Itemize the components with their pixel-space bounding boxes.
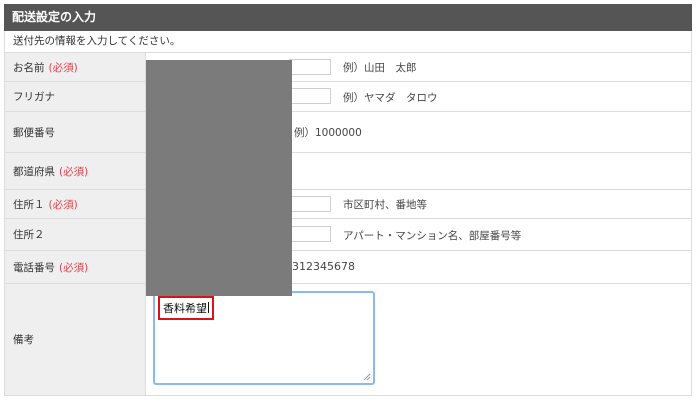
label-prefecture: 都道府県 (必須) xyxy=(5,153,146,189)
value-memo: 香料希望 xyxy=(146,284,691,395)
name-input[interactable] xyxy=(289,59,331,75)
required-mark: (必須) xyxy=(48,61,78,74)
label-zip-text: 郵便番号 xyxy=(13,126,55,139)
required-mark: (必須) xyxy=(48,198,78,211)
memo-textarea[interactable]: 香料希望 xyxy=(153,291,375,385)
address2-input[interactable] xyxy=(289,226,331,242)
row-address2: 住所２ アパート・マンション名、部屋番号等 xyxy=(4,219,692,251)
name-hint: 例）山田 太郎 xyxy=(343,62,417,74)
label-address1: 住所１ (必須) xyxy=(5,190,146,218)
label-name-text: お名前 xyxy=(13,61,45,74)
redaction-block xyxy=(146,60,292,296)
label-phone: 電話番号 (必須) xyxy=(5,251,146,283)
kana-input[interactable] xyxy=(289,88,331,104)
memo-highlight: 香料希望 xyxy=(158,296,214,320)
address2-hint: アパート・マンション名、部屋番号等 xyxy=(343,230,522,242)
required-mark: (必須) xyxy=(59,261,89,274)
label-phone-text: 電話番号 xyxy=(13,261,55,274)
address1-input[interactable] xyxy=(289,196,331,212)
panel-title: 配送設定の入力 xyxy=(4,4,692,31)
label-kana: フリガナ xyxy=(5,82,146,111)
label-address2-text: 住所２ xyxy=(13,229,45,241)
delivery-settings-panel: 配送設定の入力 送付先の情報を入力してください。 お名前 (必須) 例）山田 太… xyxy=(4,4,692,396)
row-prefecture: 都道府県 (必須) xyxy=(4,153,692,190)
label-zip: 郵便番号 xyxy=(5,112,146,152)
label-address2: 住所２ xyxy=(5,219,146,250)
label-memo: 備考 xyxy=(5,284,146,395)
row-name: お名前 (必須) 例）山田 太郎 xyxy=(4,53,692,82)
row-kana: フリガナ 例）ヤマダ タロウ xyxy=(4,82,692,112)
intro-text: 送付先の情報を入力してください。 xyxy=(4,31,692,53)
kana-hint: 例）ヤマダ タロウ xyxy=(343,92,438,104)
resize-grip-icon[interactable] xyxy=(363,373,371,381)
memo-value: 香料希望 xyxy=(163,302,207,315)
label-name: お名前 (必須) xyxy=(5,53,146,81)
row-memo: 備考 香料希望 xyxy=(4,284,692,396)
label-kana-text: フリガナ xyxy=(13,91,55,103)
phone-value: 312345678 xyxy=(292,260,355,273)
text-caret xyxy=(208,302,209,313)
address1-hint: 市区町村、番地等 xyxy=(343,199,427,211)
label-prefecture-text: 都道府県 xyxy=(13,165,55,178)
required-mark: (必須) xyxy=(59,165,89,178)
row-address1: 住所１ (必須) 市区町村、番地等 xyxy=(4,190,692,219)
label-memo-text: 備考 xyxy=(13,334,34,346)
row-zip: 郵便番号 例）1000000 xyxy=(4,112,692,153)
label-address1-text: 住所１ xyxy=(13,198,45,211)
row-phone: 電話番号 (必須) 312345678 xyxy=(4,251,692,284)
zip-hint: 例）1000000 xyxy=(294,127,362,139)
